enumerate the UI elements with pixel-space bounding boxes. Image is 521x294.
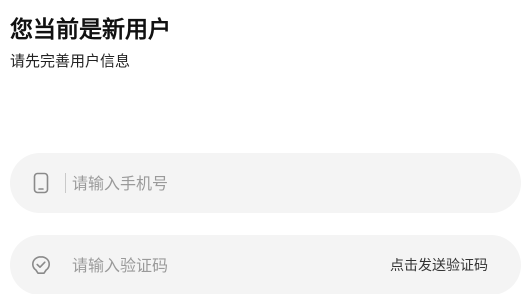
phone-icon: [31, 172, 51, 194]
verification-code-input[interactable]: [62, 235, 372, 294]
phone-input[interactable]: [62, 153, 492, 213]
new-user-form-page: 您当前是新用户 请先完善用户信息 点击发送验证码: [0, 0, 521, 294]
verification-icon: [31, 254, 51, 276]
page-title: 您当前是新用户: [10, 17, 171, 43]
phone-field-container[interactable]: [10, 153, 521, 213]
code-field-container[interactable]: 点击发送验证码: [10, 235, 521, 294]
send-code-button[interactable]: 点击发送验证码: [390, 255, 488, 275]
page-subtitle: 请先完善用户信息: [10, 52, 131, 70]
